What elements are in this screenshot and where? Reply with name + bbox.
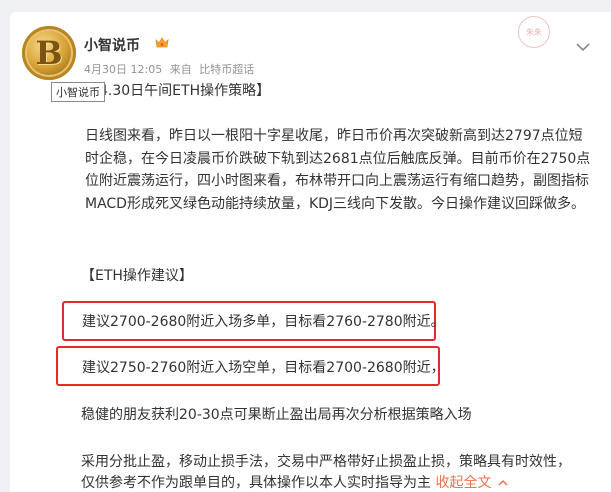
advice-short: 建议2750-2760附近入场空单，目标看2700-2680附近， — [82, 360, 445, 376]
chevron-down-icon[interactable] — [575, 41, 591, 53]
post-meta: 4月30日 12:05 来自 比特币超话 — [84, 61, 258, 77]
risk-line-2: 仅供参考不作为跟单目的，具体操作以本人实时指导为主 — [81, 475, 431, 491]
crown-icon — [155, 37, 169, 48]
advice-title: 【ETH操作建议】 — [81, 268, 193, 284]
source-prefix: 来自 — [169, 63, 192, 76]
source-topic-link[interactable]: 比特币超话 — [199, 63, 254, 76]
avatar-letter: B — [35, 34, 63, 72]
advice-long: 建议2700-2680附近入场多单，目标看2760-2780附近。 — [82, 314, 445, 330]
decorative-stamp: 朱朱 — [518, 16, 550, 48]
author-tooltip: 小智说币 — [51, 82, 105, 102]
risk-line-2-row: 仅供参考不作为跟单目的，具体操作以本人实时指导为主 收起全文 — [81, 472, 508, 492]
risk-line-1: 采用分批止盈，移动止损手法，交易中严格带好止损盈止损，策略具有时效性， — [81, 454, 571, 470]
chevron-up-icon[interactable] — [498, 479, 508, 487]
author-name[interactable]: 小智说币 — [84, 35, 140, 55]
collapse-full-text-link[interactable]: 收起全文 — [435, 475, 491, 491]
analysis-paragraph: 日线图来看，昨日以一根阳十字星收尾，昨日币价再次突破新高到达2797点位短时企稳… — [85, 128, 591, 212]
avatar[interactable]: B — [22, 26, 76, 80]
stable-note: 稳健的朋友获利20-30点可果断止盈出局再次分析根据策略入场 — [81, 407, 472, 423]
post-title: 【4.30日午间ETH操作策略】 — [85, 83, 271, 99]
post-date[interactable]: 4月30日 12:05 — [84, 63, 162, 76]
